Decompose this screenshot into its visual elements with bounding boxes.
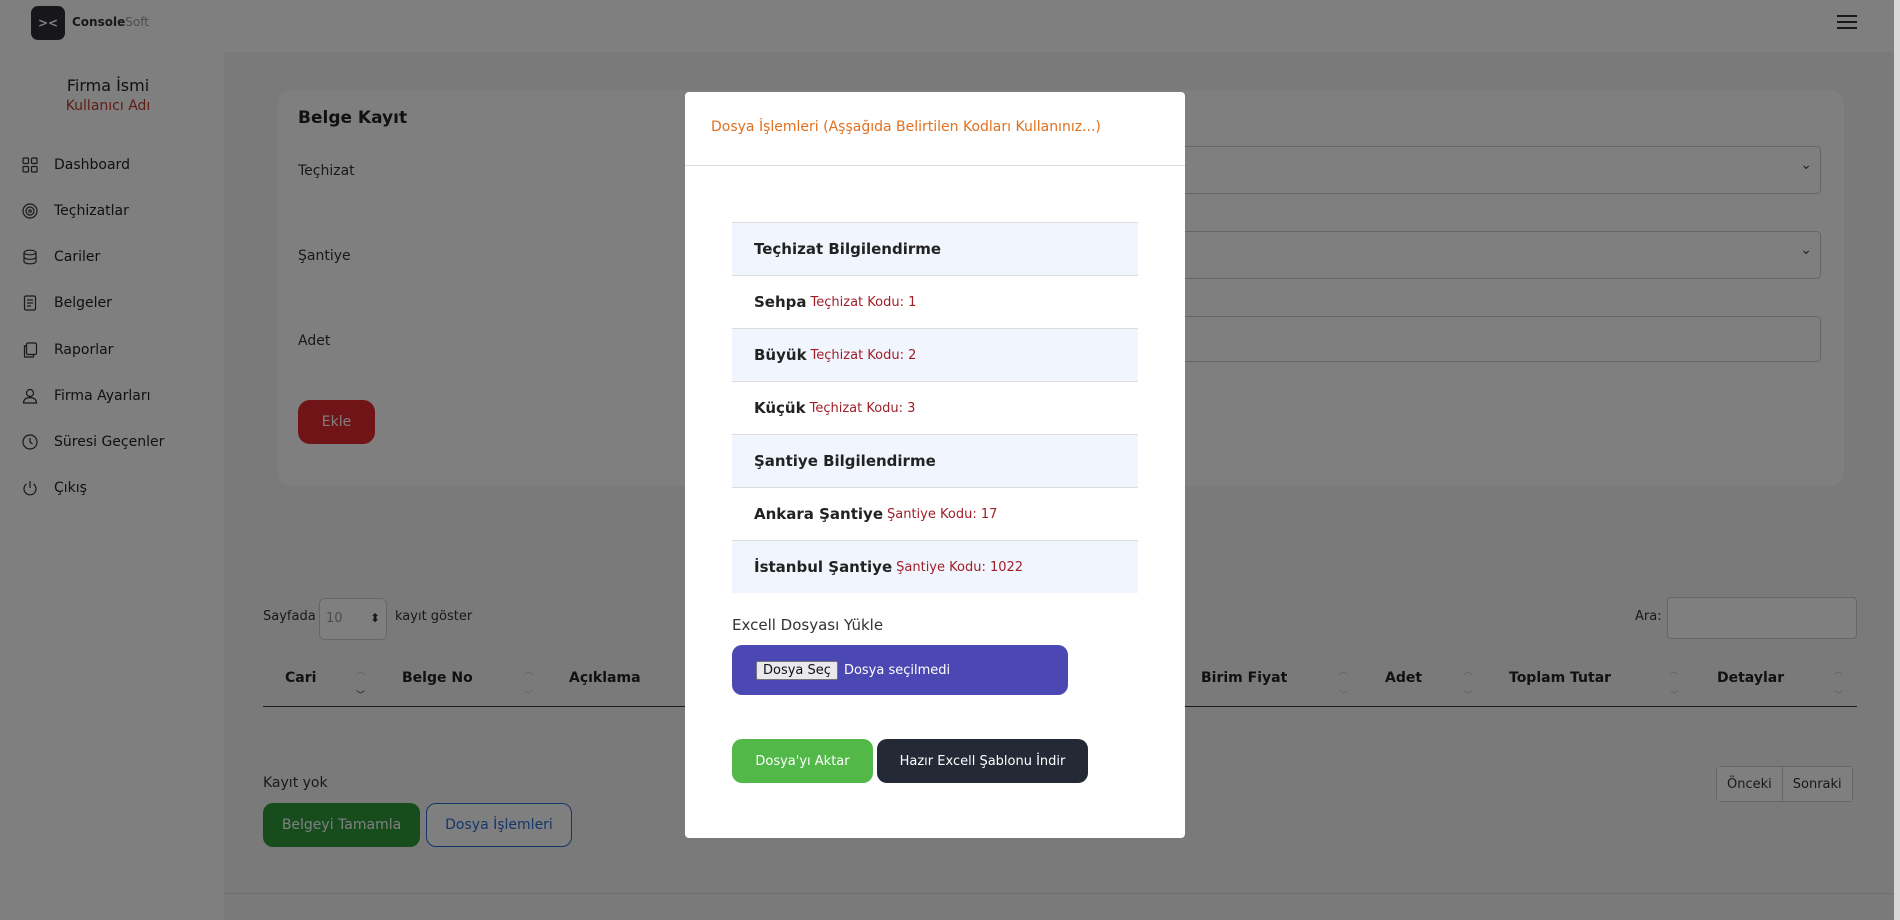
choose-file-button[interactable]: Dosya Seç [756, 660, 838, 680]
upload-label: Excell Dosyası Yükle [732, 616, 884, 634]
equipment-name: Büyük [754, 346, 807, 364]
section-heading: Şantiye Bilgilendirme [754, 452, 936, 470]
list-item: Sehpa Teçhizat Kodu: 1 [732, 275, 1138, 328]
download-template-button[interactable]: Hazır Excell Şablonu İndir [877, 739, 1088, 783]
list-item: İstanbul Şantiye Şantiye Kodu: 1022 [732, 540, 1138, 593]
modal-title: Dosya İşlemleri (Aşşağıda Belirtilen Kod… [711, 119, 1101, 135]
equipment-name: Sehpa [754, 293, 807, 311]
page-scrollbar[interactable] [1894, 0, 1900, 920]
equipment-name: Küçük [754, 399, 806, 417]
file-status: Dosya seçilmedi [843, 662, 951, 678]
equipment-code: Teçhizat Kodu: 1 [810, 294, 917, 310]
equipment-code: Teçhizat Kodu: 3 [809, 400, 916, 416]
list-item: Ankara Şantiye Şantiye Kodu: 17 [732, 487, 1138, 540]
list-item: Küçük Teçhizat Kodu: 3 [732, 381, 1138, 434]
code-info-list: Teçhizat Bilgilendirme Sehpa Teçhizat Kod… [732, 222, 1138, 593]
list-item: Büyük Teçhizat Kodu: 2 [732, 328, 1138, 381]
file-upload-field[interactable]: Dosya Seç Dosya seçilmedi [732, 645, 1068, 695]
section-heading: Teçhizat Bilgilendirme [754, 240, 942, 258]
import-file-button[interactable]: Dosya'yı Aktar [732, 739, 873, 783]
file-operations-modal: Dosya İşlemleri (Aşşağıda Belirtilen Kod… [685, 92, 1185, 838]
site-code: Şantiye Kodu: 17 [887, 506, 998, 522]
site-name: İstanbul Şantiye [754, 558, 893, 576]
modal-header-divider [685, 165, 1185, 166]
list-item: Teçhizat Bilgilendirme [732, 222, 1138, 275]
site-code: Şantiye Kodu: 1022 [896, 559, 1024, 575]
site-name: Ankara Şantiye [754, 505, 883, 523]
equipment-code: Teçhizat Kodu: 2 [810, 347, 917, 363]
list-item: Şantiye Bilgilendirme [732, 434, 1138, 487]
